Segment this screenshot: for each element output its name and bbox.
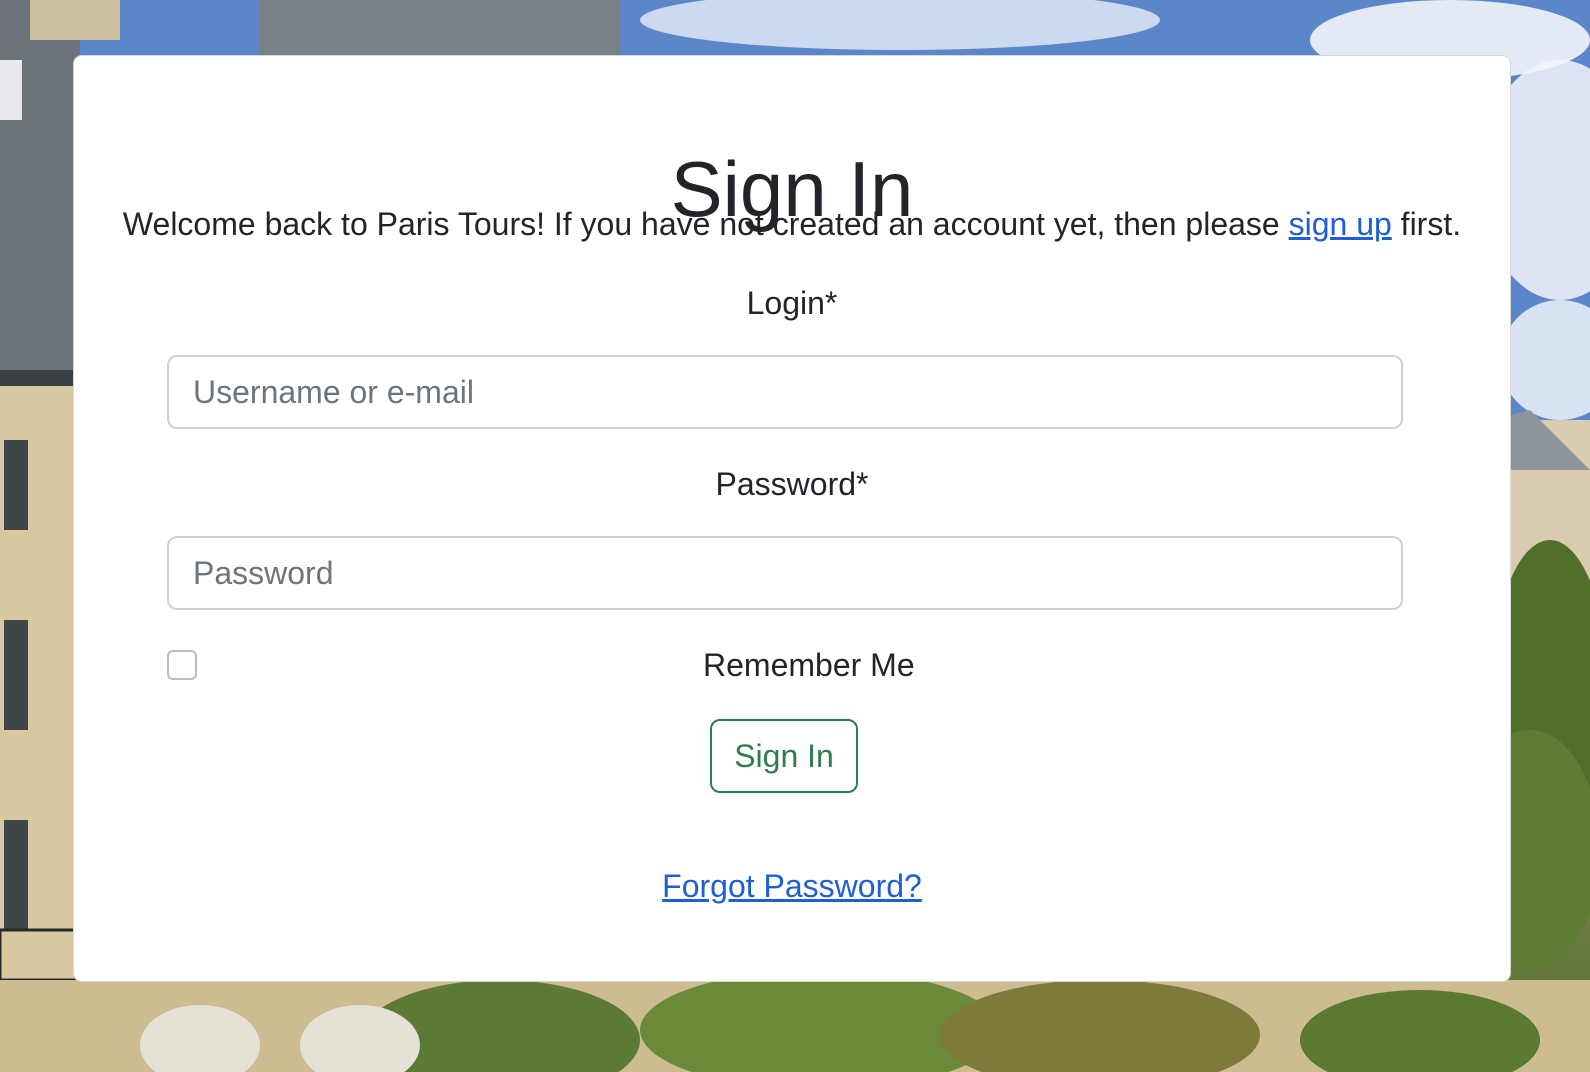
remember-me-label: Remember Me (703, 647, 915, 683)
sign-in-button[interactable]: Sign In (710, 719, 858, 793)
remember-me-checkbox[interactable] (167, 650, 197, 680)
intro-text-end: first. (1391, 206, 1462, 242)
login-input[interactable] (167, 355, 1403, 429)
forgot-password-row: Forgot Password? (74, 866, 1510, 906)
password-input[interactable] (167, 536, 1403, 610)
intro-text-start: Welcome back to Paris Tours! If you have… (122, 206, 1289, 242)
sign-in-card: Sign In Welcome back to Paris Tours! If … (73, 55, 1511, 982)
password-label: Password* (715, 466, 869, 502)
intro-text: Welcome back to Paris Tours! If you have… (74, 204, 1510, 244)
sign-up-link[interactable]: sign up (1289, 206, 1392, 242)
forgot-password-link[interactable]: Forgot Password? (662, 868, 922, 904)
login-label: Login* (746, 285, 838, 321)
